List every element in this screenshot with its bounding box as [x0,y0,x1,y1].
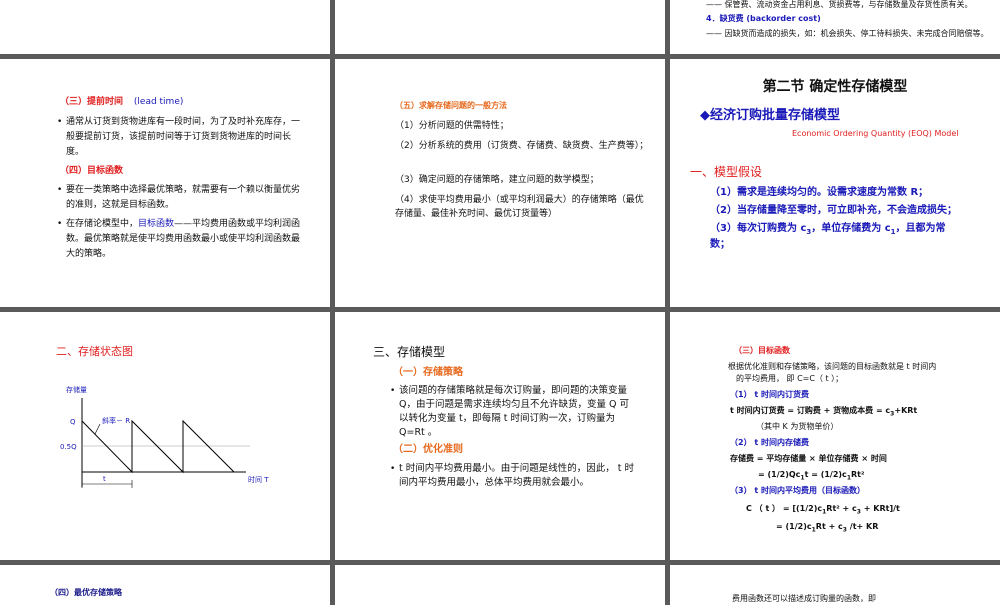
slide-bottom-right: 费用函数还可以描述成订购量的函数，即 [670,565,1000,605]
slide-objective-function: （三）目标函数 根据优化准则和存储策略，该问题的目标函数就是 t 时间内 的平均… [670,312,1000,560]
method-item-3: （3）确定问题的存储策略，建立问题的数学模型； [395,175,599,185]
slide-bottom-left: （四）最优存储策略 [0,565,330,605]
lead-time-heading: （三）提前时间 (lead time) [60,97,184,107]
sawtooth-line [81,419,235,474]
strategy-paragraph: 该问题的存储策略就是每次订购量，即问题的决策变量 Q，由于问题是需求连续均匀且不… [390,384,635,440]
backorder-cost-desc: —— 因缺货而造成的损失，如：机会损失、停工待料损失、未完成合同赔偿等。 [706,29,989,38]
inventory-diagram: 存储量 Q 0.5Q 斜率－ R t 时间 T [60,385,269,488]
holding-cost-heading: （2） t 时间内存储费 [730,438,809,447]
half-q-label: 0.5Q [60,443,77,451]
criterion-paragraph: t 时间内平均费用最小。由于问题是线性的，因此， t 时间内平均费用最小，总体平… [390,462,635,490]
assumption-3-cont: 数； [710,239,730,250]
eoq-subtitle: ◆经济订购批量存储模型 [700,108,840,123]
method-item-2: （2）分析系统的费用（订货费、存储费、缺货费、生产费等）； [395,141,649,151]
assumption-3: （3）每次订购费为 c3，单位存储费为 c1，且都为常 [710,223,946,236]
t-label: t [103,475,106,483]
q-label: Q [70,418,76,426]
y-axis-label: 存储量 [66,385,87,394]
objective-heading: （四）目标函数 [60,166,124,176]
storage-model-title: 三、存储模型 [373,345,446,359]
holding-cost-equation: 存储费 = 平均存储量 × 单位存储费 × 时间 [730,454,887,463]
average-cost-equation-1: C （ t ） = [(1/2)c1Rt² + c3 + KRt]/t [746,504,900,516]
cost-function-note: 费用函数还可以描述成订购量的函数，即 [732,594,876,603]
slide-eoq-model: 第二节 确定性存储模型 ◆经济订购批量存储模型 Economic Orderin… [670,59,1000,307]
holding-cost-equation-2: = (1/2)Qc1t = (1/2)c1Rt² [758,470,865,482]
objective-paragraph: 要在一类策略中选择最优策略，就需要有一个赖以衡量优劣的准则，这就是目标函数。 [57,183,301,213]
backorder-cost-heading: 4．缺货费 (backorder cost) [706,14,821,23]
objective-paragraph-2: 在存储论模型中，目标函数——平均费用函数或平均利润函数。最优策略就是使平均费用函… [57,217,301,262]
x-axis-label: 时间 T [248,475,269,484]
slide-storage-model: 三、存储模型 （一）存储策略 该问题的存储策略就是每次订购量，即问题的决策变量 … [335,312,665,560]
slide-top-right: —— 保管费、流动资金占用利息、货损费等，与存储数量及存货性质有关。 4．缺货费… [670,0,1000,54]
average-cost-heading: （3） t 时间内平均费用（目标函数） [730,486,865,495]
slide-solution-method: （五）求解存储问题的一般方法 （1）分析问题的供需特性； （2）分析系统的费用（… [335,59,665,307]
method-heading: （五）求解存储问题的一般方法 [395,101,507,110]
lead-time-paragraph: 通常从订货到货物进库有一段时间，为了及时补充库存，一般要提前订货，该提前时间等于… [57,115,301,160]
assumption-1: （1）需求是连续均匀的。设需求速度为常数 R； [710,187,929,198]
slide-inventory-state: 二、存储状态图 存储量 Q 0.5Q 斜率－ R t 时间 T [0,312,330,560]
order-cost-equation: t 时间内订货费 = 订购费 + 货物成本费 = c3+KRt [730,406,918,418]
slope-label: 斜率－ R [102,416,130,425]
slide-bottom-middle [335,565,665,605]
strategy-heading: （一）存储策略 [393,367,463,378]
eoq-subtitle-en: Economic Ordering Quantity (EOQ) Model [792,129,959,138]
objective-intro-2: 的平均费用， 即 C=C（ t ）； [736,374,844,383]
assumptions-heading: 一、模型假设 [690,165,763,179]
slide-top-left [0,0,330,54]
holding-cost-desc: —— 保管费、流动资金占用利息、货损费等，与存储数量及存货性质有关。 [706,0,973,9]
criterion-heading: （二）优化准则 [393,444,463,455]
section-title: 第二节 确定性存储模型 [762,79,908,95]
unit-price-note: （其中 K 为货物单价） [756,422,839,431]
objective-function-heading: （三）目标函数 [734,346,790,355]
slide-lead-time: （三）提前时间 (lead time) 通常从订货到货物进库有一段时间，为了及时… [0,59,330,307]
method-item-4: （4）求使平均费用最小（或平均利润最大）的存储策略（最优存储量、最佳补充时间、最… [395,195,644,219]
average-cost-equation-2: = (1/2)c1Rt + c3 /t+ KR [776,522,879,534]
assumption-2: （2）当存储量降至零时，可立即补充，不会造成损失； [710,205,957,216]
optimal-strategy-heading: （四）最优存储策略 [50,588,122,597]
slide-top-middle [335,0,665,54]
order-cost-heading: （1） t 时间内订货费 [730,390,809,399]
method-item-1: （1）分析问题的供需特性； [395,121,509,131]
